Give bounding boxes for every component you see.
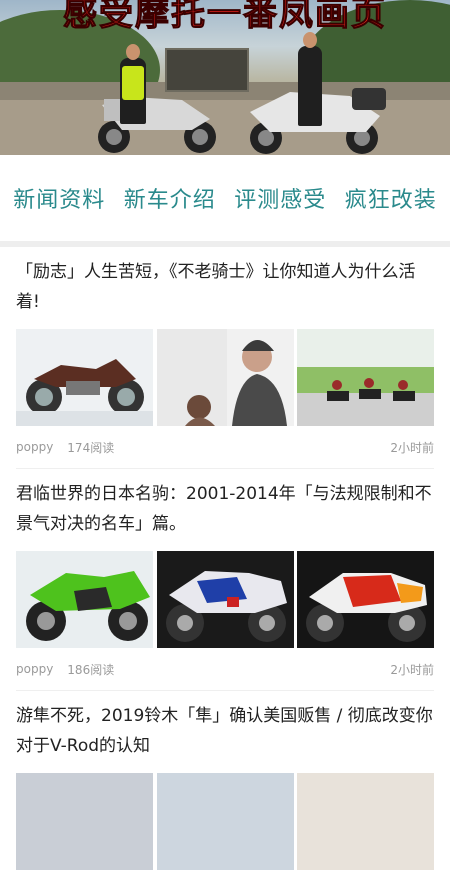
article-item[interactable]: 「励志」人生苦短，《不老骑士》让你知道人为什么活着! poppy 174阅读 2… xyxy=(0,247,450,469)
article-thumbnail[interactable] xyxy=(297,551,434,648)
tab-new-models[interactable]: 新车介绍 xyxy=(124,182,216,214)
article-item[interactable]: 游隼不死，2019铃木「隼」确认美国贩售 / 彻底改变你对于V-Rod的认知 xyxy=(0,691,450,870)
article-thumbnail[interactable] xyxy=(16,773,153,870)
article-item[interactable]: 君临世界的日本名驹：2001-2014年「与法规限制和不景气对决的名车」篇。 p… xyxy=(0,469,450,691)
article-thumbnail[interactable] xyxy=(16,551,153,648)
article-thumbnail[interactable] xyxy=(156,773,294,870)
article-title[interactable]: 「励志」人生苦短，《不老骑士》让你知道人为什么活着! xyxy=(16,257,434,317)
banner-image[interactable]: 感受摩托一番凤画页 xyxy=(0,0,450,155)
banner-rider-head xyxy=(126,44,140,60)
article-read-count: 174阅读 xyxy=(67,440,115,455)
article-author: poppy xyxy=(16,440,54,454)
cruiser-motorcycle-image xyxy=(16,329,153,426)
article-thumbnail[interactable] xyxy=(156,551,294,648)
article-title[interactable]: 游隼不死，2019铃木「隼」确认美国贩售 / 彻底改变你对于V-Rod的认知 xyxy=(16,701,434,761)
article-thumbnail[interactable] xyxy=(16,329,153,426)
elderly-rider-image xyxy=(156,329,294,426)
tab-news[interactable]: 新闻资料 xyxy=(13,182,105,214)
article-meta: poppy 174阅读 2小时前 xyxy=(16,426,434,469)
banner-title: 感受摩托一番凤画页 xyxy=(63,0,387,35)
red-racing-bike-image xyxy=(297,551,434,648)
article-author: poppy xyxy=(16,662,54,676)
banner-motorcycle-left xyxy=(98,97,216,153)
green-sportbike-image xyxy=(16,551,153,648)
article-read-count: 186阅读 xyxy=(67,662,115,677)
article-thumbnail[interactable] xyxy=(297,773,434,870)
banner-rider-right xyxy=(298,46,322,126)
article-thumbnail[interactable] xyxy=(156,329,294,426)
category-tabs: 新闻资料 新车介绍 评测感受 疯狂改装 xyxy=(0,155,450,247)
riders-group-image xyxy=(297,329,434,426)
article-thumbnail[interactable] xyxy=(297,329,434,426)
article-timestamp: 2小时前 xyxy=(390,662,434,677)
article-meta: poppy 186阅读 2小时前 xyxy=(16,648,434,691)
tab-reviews[interactable]: 评测感受 xyxy=(234,182,326,214)
tab-modifications[interactable]: 疯狂改装 xyxy=(345,182,437,214)
banner-rider-vest xyxy=(122,66,144,100)
article-timestamp: 2小时前 xyxy=(390,440,434,455)
article-title[interactable]: 君临世界的日本名驹：2001-2014年「与法规限制和不景气对决的名车」篇。 xyxy=(16,479,434,539)
blue-white-sportbike-image xyxy=(156,551,294,648)
